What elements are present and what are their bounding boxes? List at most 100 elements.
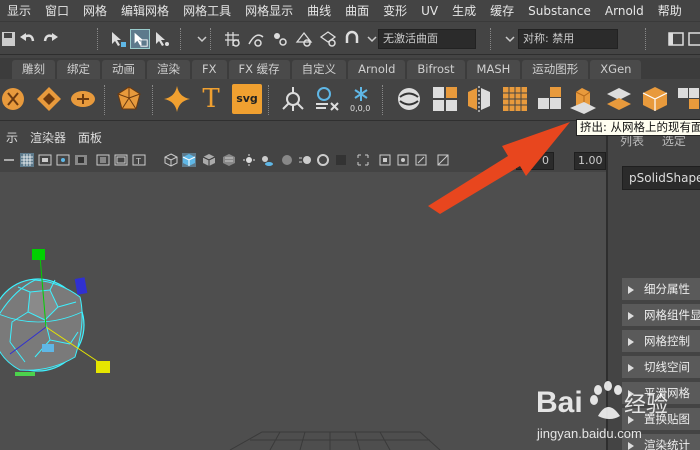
star-shape-icon[interactable] [162,84,192,114]
menu-arnold[interactable]: Arnold [598,4,651,18]
snap-live-icon[interactable] [318,29,338,49]
undo-icon[interactable] [18,29,38,49]
panel-toggle-icon[interactable] [686,29,700,49]
sidebar-toggle-icon[interactable] [666,29,686,49]
platonic-solid-icon[interactable] [114,84,144,114]
section-component-display[interactable]: 网格组件显示 [622,304,700,326]
smooth-shade-icon[interactable] [182,153,196,167]
snap-magnet-icon[interactable] [342,29,362,49]
snap-curve-icon[interactable] [246,29,266,49]
menu-curves[interactable]: 曲线 [300,2,338,19]
manip-y-handle[interactable] [32,249,45,260]
manip-z-handle[interactable] [74,277,88,295]
menu-mesh-display[interactable]: 网格显示 [238,2,300,19]
snap-view-plane-icon[interactable] [294,29,314,49]
viewport-menu-renderer[interactable]: 渲染器 [24,129,72,146]
section-smooth-mesh[interactable]: 平滑网格 [622,382,700,404]
textured-icon[interactable] [222,153,236,167]
svg-tool-icon[interactable]: svg [232,84,262,114]
menu-deform[interactable]: 变形 [376,2,414,19]
sculpt-tool-icon[interactable] [0,84,30,114]
append-polygon-icon[interactable] [674,84,700,114]
section-render-stats[interactable]: 渲染统计 [622,434,700,450]
menu-uv[interactable]: UV [414,4,445,18]
extrude-tooltip: 挤出: 从网格上的现有面 [576,119,700,136]
film-gate-icon[interactable] [38,153,52,167]
delete-history-icon[interactable] [312,84,342,114]
select-component-icon[interactable] [152,29,172,49]
redo-icon[interactable] [40,29,60,49]
save-scene-icon[interactable] [0,29,20,49]
shelf-tab-animation[interactable]: 动画 [102,60,145,79]
shelf-tab-custom[interactable]: 自定义 [291,60,347,79]
bridge-icon[interactable] [604,84,634,114]
menu-window[interactable]: 窗口 [38,2,76,19]
section-subdivision[interactable]: 细分属性 [622,278,700,300]
menu-mesh[interactable]: 网格 [76,2,114,19]
snap-point-icon[interactable] [270,29,290,49]
shelf-tab-bifrost[interactable]: Bifrost [407,60,465,79]
add-divisions-icon[interactable] [640,84,670,114]
text-tool-icon[interactable]: T [196,84,226,114]
symmetry-field[interactable]: 对称: 禁用 [518,29,618,49]
section-mesh-controls[interactable]: 网格控制 [622,330,700,352]
soccer-ball-mesh[interactable] [0,278,85,372]
manip-center-handle[interactable] [42,344,54,352]
live-surface-field[interactable]: 无激活曲面 [378,29,476,49]
safe-action-icon[interactable] [114,153,128,167]
menu-display[interactable]: 显示 [0,2,38,19]
multisample-aa-icon[interactable] [316,153,330,167]
safe-title-icon[interactable]: T [132,153,146,167]
grid-toggle-icon[interactable] [20,153,34,167]
section-displacement[interactable]: 置换贴图 [622,408,700,430]
node-name-field[interactable]: pSolidShape1 [622,166,700,190]
menu-cache[interactable]: 缓存 [483,2,521,19]
motion-blur-icon[interactable] [298,153,312,167]
menu-generate[interactable]: 生成 [445,2,483,19]
manip-x-handle[interactable] [96,361,110,373]
select-object-icon[interactable] [130,29,150,49]
menu-mesh-tools[interactable]: 网格工具 [176,2,238,19]
tab-selected[interactable]: 选定 [662,134,686,148]
shelf-tab-fx-caching[interactable]: FX 缓存 [228,60,290,79]
diamond-tool-icon[interactable] [34,84,64,114]
depth-of-field-icon[interactable] [334,153,348,167]
shelf-tab-rendering[interactable]: 渲染 [147,60,190,79]
viewport-menu-show[interactable]: 示 [0,129,24,146]
snap-grid-icon[interactable] [222,29,242,49]
ellipse-tool-icon[interactable] [68,84,98,114]
section-tangent-space[interactable]: 切线空间 [622,356,700,378]
tab-list[interactable]: 列表 [620,134,644,148]
symmetry-chevron-icon[interactable] [500,29,520,49]
menu-help[interactable]: 帮助 [651,2,689,19]
shelf-tab-fx[interactable]: FX [192,60,227,79]
menu-edit-mesh[interactable]: 编辑网格 [114,2,176,19]
select-hierarchy-icon[interactable] [108,29,128,49]
shadows-icon[interactable] [260,153,274,167]
shelf-tab-motion-graphics[interactable]: 运动图形 [522,60,589,79]
shelf-tab-mash[interactable]: MASH [466,60,521,79]
shelf-tab-rigging[interactable]: 绑定 [57,60,100,79]
xray-joints-icon[interactable] [396,153,410,167]
shelf-tab-arnold[interactable]: Arnold [348,60,406,79]
options-chevron-icon[interactable] [192,29,212,49]
shelf-separator [382,85,384,115]
wireframe-icon[interactable] [164,153,178,167]
isolate-select-icon[interactable] [356,153,370,167]
wireframe-on-shaded-icon[interactable] [202,153,216,167]
freeze-transform-icon[interactable]: 0,0,0 [346,84,376,114]
manip-xy-plane[interactable] [15,372,35,376]
xray-icon[interactable] [378,153,392,167]
viewport-menu-panels[interactable]: 面板 [72,129,108,146]
shelf-tab-sculpt[interactable]: 雕刻 [12,60,55,79]
screen-space-ao-icon[interactable] [280,153,294,167]
shelf-tab-xgen[interactable]: XGen [590,60,642,79]
use-all-lights-icon[interactable] [242,153,256,167]
menu-substance[interactable]: Substance [521,4,598,18]
pivot-tool-icon[interactable] [278,84,308,114]
gate-mask-icon[interactable] [74,153,88,167]
camera-attrs-icon[interactable] [2,153,16,167]
resolution-gate-icon[interactable] [56,153,70,167]
field-chart-icon[interactable] [96,153,110,167]
menu-surfaces[interactable]: 曲面 [338,2,376,19]
